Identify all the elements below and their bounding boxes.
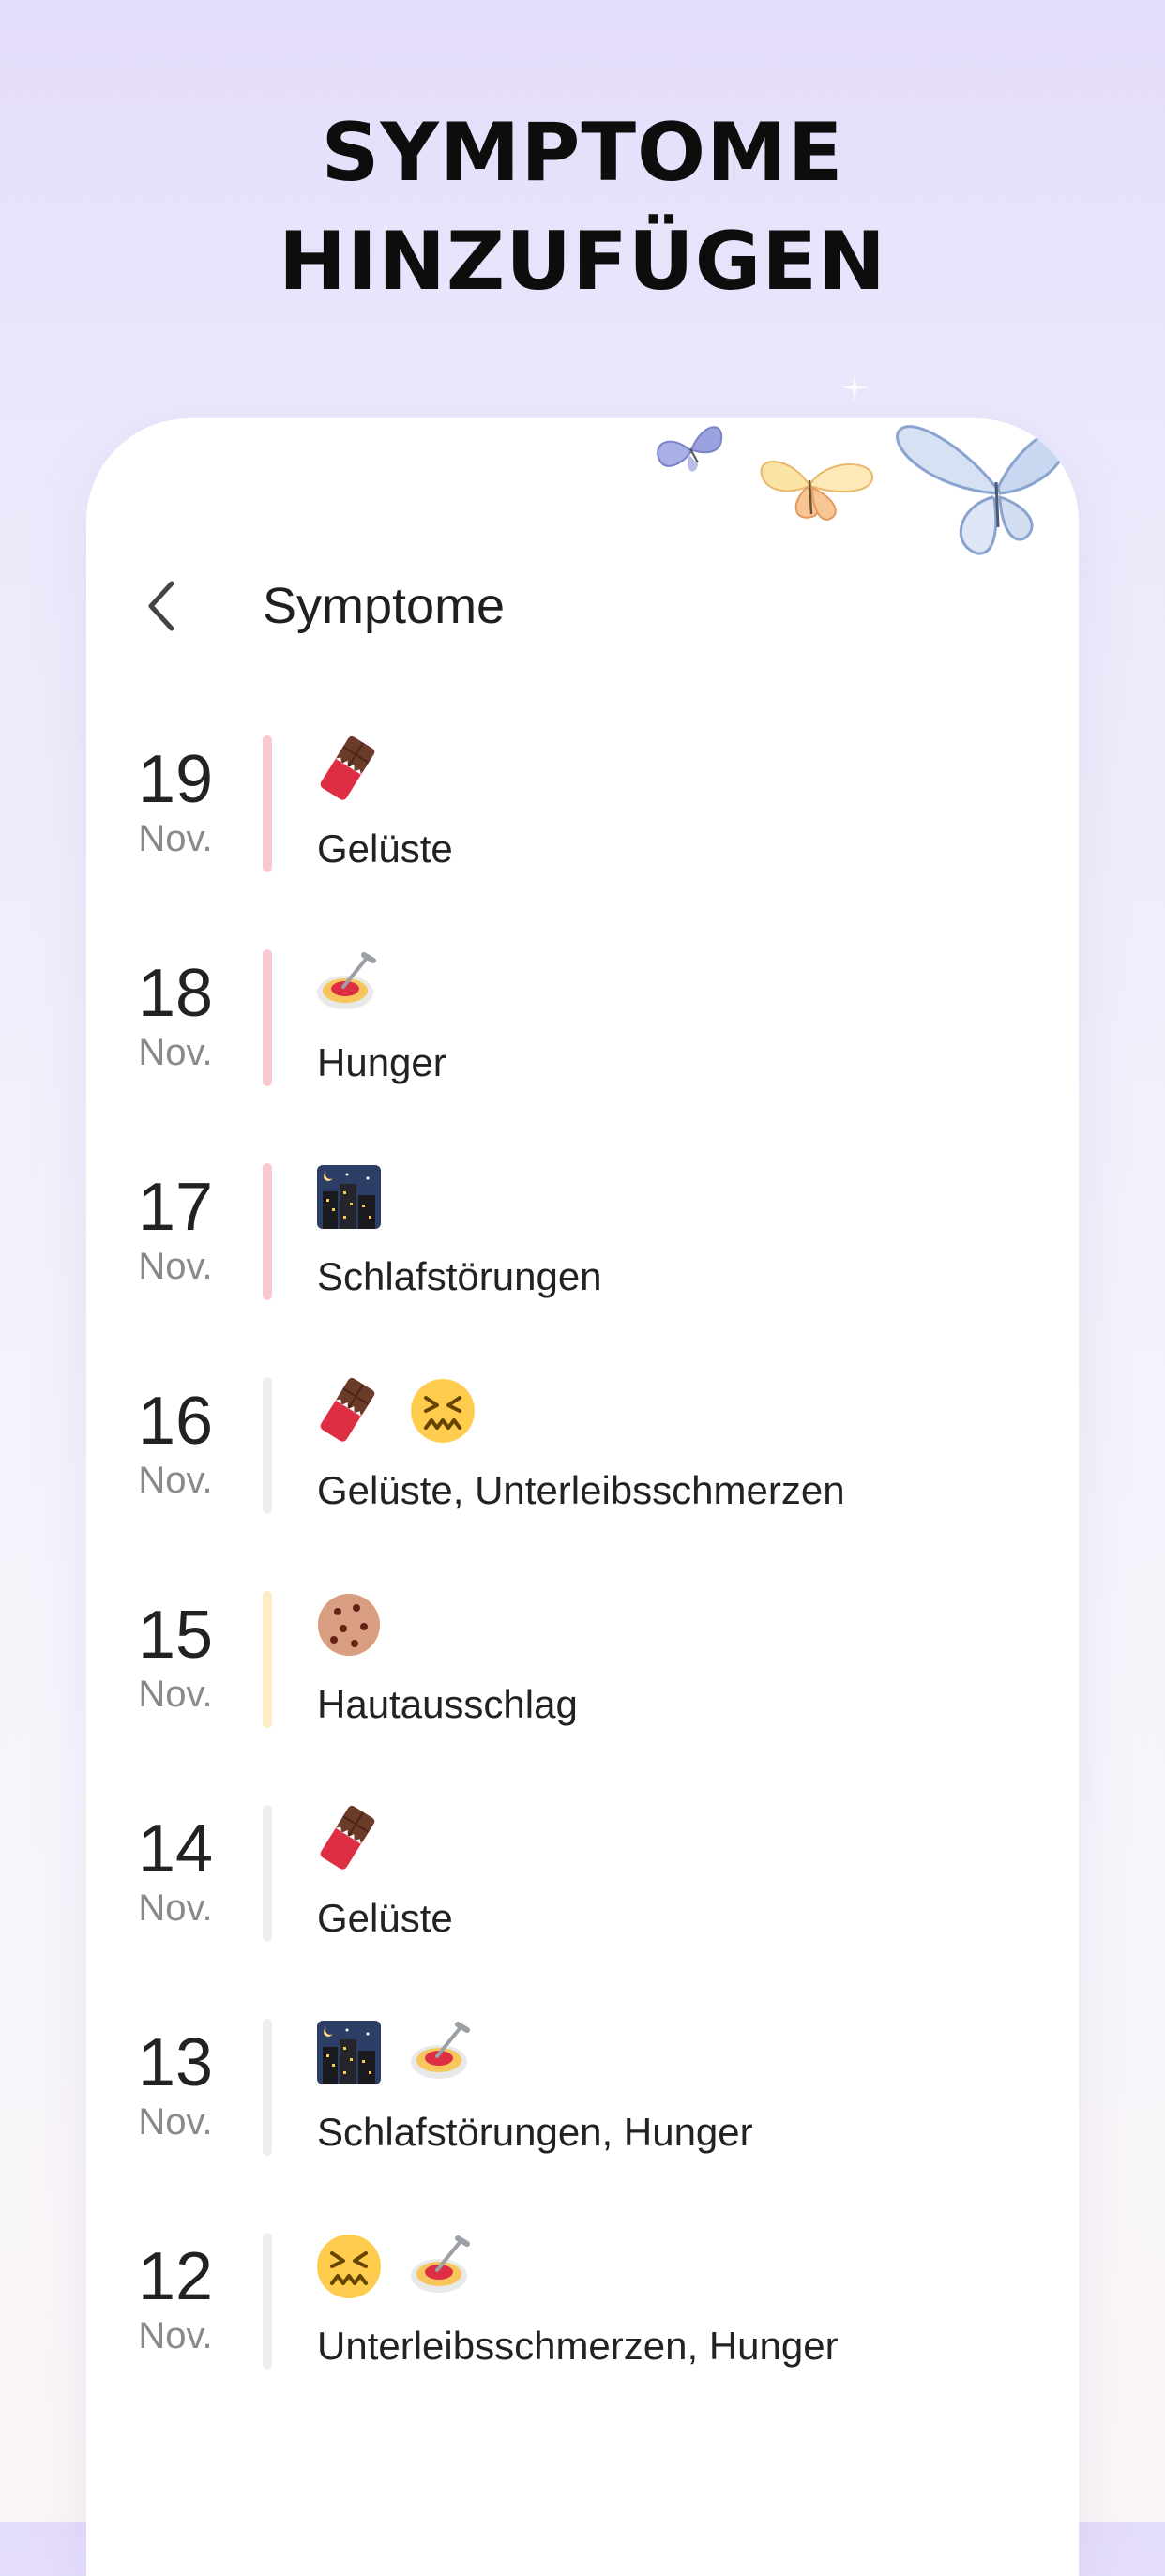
symptom-entry[interactable]: 17 Nov. Schlafstörungen (86, 1159, 1079, 1310)
entry-month: Nov. (138, 1032, 213, 1073)
entry-month: Nov. (138, 2315, 213, 2356)
entry-symptom-label: Unterleibsschmerzen, Hunger (317, 2324, 839, 2368)
entry-status-bar (263, 949, 272, 1086)
entry-date: 17 Nov. (113, 1169, 238, 1287)
night-city-icon (315, 2019, 383, 2086)
cookie-icon (315, 1591, 383, 1659)
entry-symptom-label: Schlafstörungen (317, 1254, 602, 1298)
symptom-entry[interactable]: 12 Nov. Unterleibsschmerzen, Hunger (86, 2229, 1079, 2379)
spaghetti-icon (315, 949, 383, 1017)
entry-month: Nov. (138, 818, 213, 859)
entry-month: Nov. (138, 1460, 213, 1501)
spaghetti-icon (409, 2233, 477, 2300)
entry-date: 15 Nov. (113, 1597, 238, 1715)
entry-day: 19 (137, 742, 214, 817)
entry-status-bar (263, 735, 272, 872)
entry-status-bar (263, 1591, 272, 1728)
entry-day: 18 (137, 956, 214, 1031)
entry-symptom-label: Gelüste (317, 826, 453, 871)
entry-symptom-label: Hunger (317, 1040, 446, 1084)
entry-symptom-label: Schlafstörungen, Hunger (317, 2110, 753, 2154)
entry-status-bar (263, 1805, 272, 1942)
entry-day: 14 (137, 1811, 214, 1887)
entry-date: 13 Nov. (113, 2024, 238, 2143)
entry-month: Nov. (138, 1674, 213, 1715)
entry-date: 18 Nov. (113, 955, 238, 1073)
entry-icons (315, 1159, 409, 1235)
entry-icons (315, 1373, 503, 1448)
entry-icons (315, 2229, 503, 2304)
entry-date: 12 Nov. (113, 2238, 238, 2356)
entry-icons (315, 1587, 409, 1662)
entry-icons (315, 2015, 503, 2090)
entry-month: Nov. (138, 2101, 213, 2143)
app-header: Symptome (86, 559, 1079, 653)
entry-icons (315, 732, 409, 807)
night-city-icon (315, 1163, 383, 1231)
headline-line-1: SYMPTOME (321, 106, 844, 200)
back-button[interactable] (133, 578, 189, 634)
headline-line-2: HINZUFÜGEN (278, 215, 887, 309)
symptom-entry[interactable]: 13 Nov. Schlafstörungen, Hunger (86, 2015, 1079, 2165)
chocolate-bar-icon (315, 1805, 383, 1872)
entry-month: Nov. (138, 1887, 213, 1929)
entry-day: 12 (137, 2239, 214, 2314)
entry-day: 16 (137, 1384, 214, 1459)
entry-symptom-label: Gelüste (317, 1896, 453, 1940)
symptom-entry[interactable]: 19 Nov. Gelüste (86, 732, 1079, 882)
symptom-entry[interactable]: 14 Nov. Gelüste (86, 1801, 1079, 1951)
entry-date: 14 Nov. (113, 1811, 238, 1929)
confounded-face-icon (315, 2233, 383, 2300)
chocolate-bar-icon (315, 1377, 383, 1445)
butterflies-decoration (657, 425, 1069, 555)
entry-status-bar (263, 2233, 272, 2370)
entry-status-bar (263, 2019, 272, 2156)
promo-headline: SYMPTOME HINZUFÜGEN (0, 98, 1165, 316)
entry-month: Nov. (138, 1246, 213, 1287)
entry-date: 16 Nov. (113, 1383, 238, 1501)
symptom-entry[interactable]: 18 Nov. Hunger (86, 946, 1079, 1096)
entry-day: 13 (137, 2025, 214, 2100)
entry-day: 15 (137, 1598, 214, 1673)
entry-symptom-label: Gelüste, Unterleibsschmerzen (317, 1468, 845, 1512)
spaghetti-icon (409, 2019, 477, 2086)
confounded-face-icon (409, 1377, 477, 1445)
sparkle-icon (840, 373, 869, 402)
chevron-left-icon (148, 581, 174, 631)
entry-icons (315, 1801, 409, 1876)
entry-day: 17 (137, 1170, 214, 1245)
chocolate-bar-icon (315, 735, 383, 803)
symptom-entry[interactable]: 15 Nov. Hautausschlag (86, 1587, 1079, 1737)
entry-status-bar (263, 1163, 272, 1300)
screen-title: Symptome (263, 578, 506, 634)
phone-screen: Symptome 19 Nov. Gelüste 18 Nov. Hunger 17 Nov.… (86, 418, 1079, 2576)
symptom-entry[interactable]: 16 Nov. Gelüste, Unterleibsschmerzen (86, 1373, 1079, 1523)
entry-status-bar (263, 1377, 272, 1514)
entry-symptom-label: Hautausschlag (317, 1682, 578, 1726)
entry-date: 19 Nov. (113, 741, 238, 859)
entry-icons (315, 946, 409, 1021)
